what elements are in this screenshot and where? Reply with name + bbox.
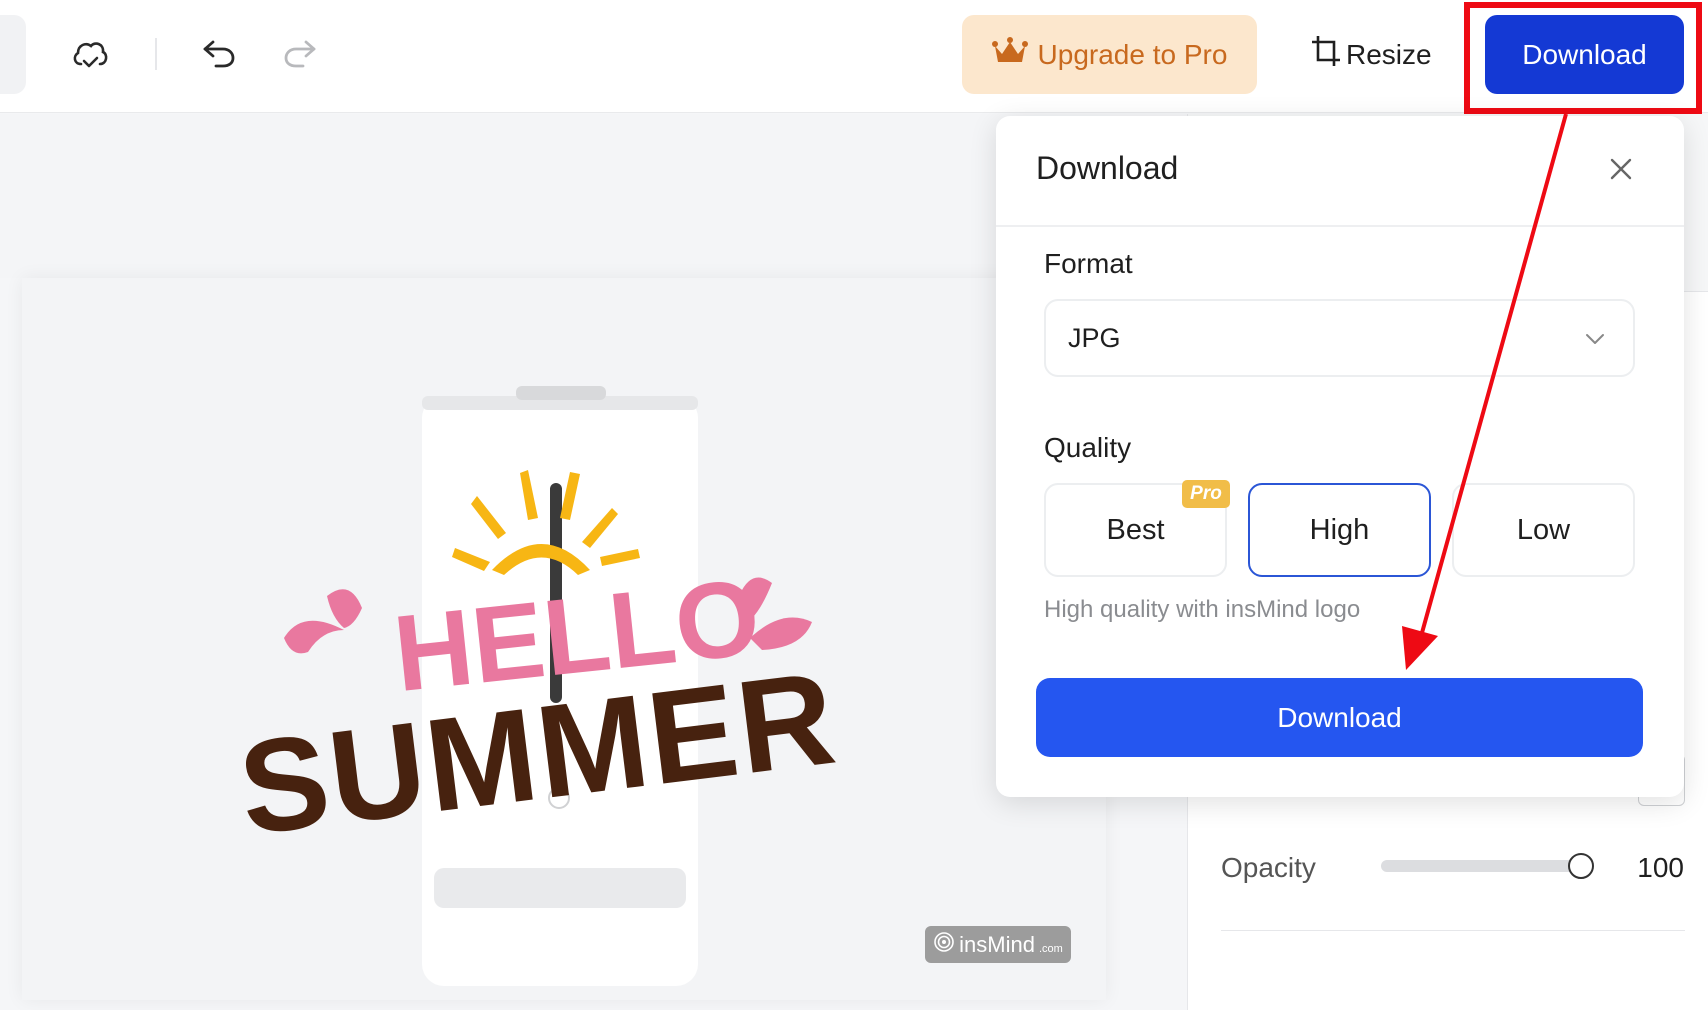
opacity-slider-thumb[interactable] [1568, 853, 1594, 879]
header-download-button[interactable]: Download [1485, 15, 1684, 94]
download-dialog: Download Format JPG Quality Best Pro Hig… [996, 116, 1684, 797]
top-toolbar: Upgrade to Pro Resize Download [0, 0, 1708, 113]
dialog-title: Download [1036, 150, 1179, 186]
dialog-divider [996, 225, 1684, 227]
opacity-label: Opacity [1221, 852, 1316, 883]
insmind-watermark: insMind .com [925, 926, 1071, 963]
download-button[interactable]: Download [1036, 678, 1643, 757]
crown-icon [991, 36, 1028, 73]
upgrade-to-pro-button[interactable]: Upgrade to Pro [962, 15, 1257, 94]
watermark-suffix: .com [1038, 942, 1063, 955]
design-canvas[interactable]: HELLO SUMMER insMind .com [22, 278, 1106, 1000]
resize-button[interactable]: Resize [1310, 15, 1440, 94]
design-artwork: HELLO SUMMER [232, 386, 844, 986]
panel-divider [1221, 930, 1685, 931]
insmind-logo-icon [933, 931, 955, 959]
opacity-value[interactable]: 100 [1637, 852, 1684, 884]
quality-label: Quality [1044, 432, 1132, 463]
format-select[interactable]: JPG [1044, 299, 1635, 377]
quality-option-high[interactable]: High [1248, 483, 1431, 577]
workspace-background [0, 114, 1110, 278]
redo-icon[interactable] [276, 30, 324, 78]
watermark-brand: insMind [959, 931, 1035, 957]
upgrade-label: Upgrade to Pro [1037, 38, 1228, 70]
chevron-down-icon [1583, 327, 1607, 358]
format-value: JPG [1068, 322, 1121, 353]
crop-icon [1310, 34, 1342, 75]
cloud-saved-icon[interactable] [66, 30, 114, 78]
opacity-slider[interactable] [1381, 853, 1594, 879]
close-icon[interactable] [1604, 152, 1638, 186]
quality-help-text: High quality with insMind logo [1044, 596, 1361, 623]
resize-label: Resize [1346, 38, 1432, 70]
menu-tab[interactable] [0, 15, 26, 94]
undo-icon[interactable] [195, 30, 243, 78]
pro-badge: Pro [1182, 480, 1230, 508]
toolbar-divider [155, 38, 157, 70]
format-label: Format [1044, 248, 1133, 279]
quality-option-low[interactable]: Low [1452, 483, 1635, 577]
